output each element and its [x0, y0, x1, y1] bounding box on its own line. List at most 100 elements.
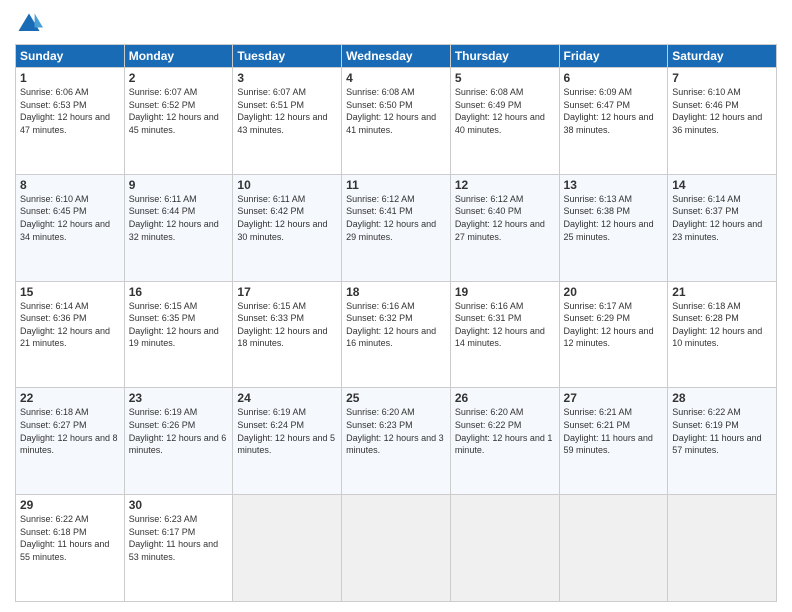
weekday-header-row: SundayMondayTuesdayWednesdayThursdayFrid…: [16, 45, 777, 68]
weekday-header-wednesday: Wednesday: [342, 45, 451, 68]
calendar-cell: 18Sunrise: 6:16 AMSunset: 6:32 PMDayligh…: [342, 281, 451, 388]
day-info: Sunrise: 6:18 AMSunset: 6:28 PMDaylight:…: [672, 300, 772, 350]
day-number: 29: [20, 498, 120, 512]
day-number: 30: [129, 498, 229, 512]
weekday-header-monday: Monday: [124, 45, 233, 68]
day-number: 15: [20, 285, 120, 299]
weekday-header-sunday: Sunday: [16, 45, 125, 68]
day-number: 10: [237, 178, 337, 192]
day-info: Sunrise: 6:13 AMSunset: 6:38 PMDaylight:…: [564, 193, 664, 243]
calendar-week-3: 15Sunrise: 6:14 AMSunset: 6:36 PMDayligh…: [16, 281, 777, 388]
day-number: 17: [237, 285, 337, 299]
day-info: Sunrise: 6:09 AMSunset: 6:47 PMDaylight:…: [564, 86, 664, 136]
day-number: 19: [455, 285, 555, 299]
day-info: Sunrise: 6:16 AMSunset: 6:31 PMDaylight:…: [455, 300, 555, 350]
calendar-table: SundayMondayTuesdayWednesdayThursdayFrid…: [15, 44, 777, 602]
page: SundayMondayTuesdayWednesdayThursdayFrid…: [0, 0, 792, 612]
calendar-cell: 4Sunrise: 6:08 AMSunset: 6:50 PMDaylight…: [342, 68, 451, 175]
weekday-header-saturday: Saturday: [668, 45, 777, 68]
day-info: Sunrise: 6:11 AMSunset: 6:44 PMDaylight:…: [129, 193, 229, 243]
day-info: Sunrise: 6:19 AMSunset: 6:24 PMDaylight:…: [237, 406, 337, 456]
weekday-header-friday: Friday: [559, 45, 668, 68]
day-number: 20: [564, 285, 664, 299]
calendar-cell: 6Sunrise: 6:09 AMSunset: 6:47 PMDaylight…: [559, 68, 668, 175]
calendar-cell: 10Sunrise: 6:11 AMSunset: 6:42 PMDayligh…: [233, 174, 342, 281]
calendar-cell: 2Sunrise: 6:07 AMSunset: 6:52 PMDaylight…: [124, 68, 233, 175]
calendar-cell: 25Sunrise: 6:20 AMSunset: 6:23 PMDayligh…: [342, 388, 451, 495]
day-info: Sunrise: 6:12 AMSunset: 6:41 PMDaylight:…: [346, 193, 446, 243]
day-info: Sunrise: 6:18 AMSunset: 6:27 PMDaylight:…: [20, 406, 120, 456]
day-number: 16: [129, 285, 229, 299]
day-info: Sunrise: 6:08 AMSunset: 6:50 PMDaylight:…: [346, 86, 446, 136]
header: [15, 10, 777, 38]
day-number: 7: [672, 71, 772, 85]
day-info: Sunrise: 6:10 AMSunset: 6:45 PMDaylight:…: [20, 193, 120, 243]
day-number: 1: [20, 71, 120, 85]
day-info: Sunrise: 6:22 AMSunset: 6:19 PMDaylight:…: [672, 406, 772, 456]
calendar-cell: 7Sunrise: 6:10 AMSunset: 6:46 PMDaylight…: [668, 68, 777, 175]
day-number: 6: [564, 71, 664, 85]
day-number: 13: [564, 178, 664, 192]
day-info: Sunrise: 6:14 AMSunset: 6:36 PMDaylight:…: [20, 300, 120, 350]
day-number: 22: [20, 391, 120, 405]
day-number: 26: [455, 391, 555, 405]
calendar-cell: 13Sunrise: 6:13 AMSunset: 6:38 PMDayligh…: [559, 174, 668, 281]
calendar-cell: 9Sunrise: 6:11 AMSunset: 6:44 PMDaylight…: [124, 174, 233, 281]
calendar-cell: 14Sunrise: 6:14 AMSunset: 6:37 PMDayligh…: [668, 174, 777, 281]
calendar-cell: [450, 495, 559, 602]
calendar-cell: 5Sunrise: 6:08 AMSunset: 6:49 PMDaylight…: [450, 68, 559, 175]
calendar-cell: 26Sunrise: 6:20 AMSunset: 6:22 PMDayligh…: [450, 388, 559, 495]
calendar-cell: 22Sunrise: 6:18 AMSunset: 6:27 PMDayligh…: [16, 388, 125, 495]
calendar-week-4: 22Sunrise: 6:18 AMSunset: 6:27 PMDayligh…: [16, 388, 777, 495]
day-info: Sunrise: 6:23 AMSunset: 6:17 PMDaylight:…: [129, 513, 229, 563]
day-number: 12: [455, 178, 555, 192]
calendar-week-2: 8Sunrise: 6:10 AMSunset: 6:45 PMDaylight…: [16, 174, 777, 281]
day-number: 3: [237, 71, 337, 85]
calendar-cell: 29Sunrise: 6:22 AMSunset: 6:18 PMDayligh…: [16, 495, 125, 602]
calendar-cell: 28Sunrise: 6:22 AMSunset: 6:19 PMDayligh…: [668, 388, 777, 495]
day-info: Sunrise: 6:22 AMSunset: 6:18 PMDaylight:…: [20, 513, 120, 563]
calendar-cell: [342, 495, 451, 602]
calendar-cell: 15Sunrise: 6:14 AMSunset: 6:36 PMDayligh…: [16, 281, 125, 388]
day-info: Sunrise: 6:15 AMSunset: 6:35 PMDaylight:…: [129, 300, 229, 350]
day-number: 8: [20, 178, 120, 192]
calendar-week-1: 1Sunrise: 6:06 AMSunset: 6:53 PMDaylight…: [16, 68, 777, 175]
day-number: 5: [455, 71, 555, 85]
calendar-cell: 27Sunrise: 6:21 AMSunset: 6:21 PMDayligh…: [559, 388, 668, 495]
day-info: Sunrise: 6:15 AMSunset: 6:33 PMDaylight:…: [237, 300, 337, 350]
day-number: 24: [237, 391, 337, 405]
day-info: Sunrise: 6:07 AMSunset: 6:52 PMDaylight:…: [129, 86, 229, 136]
day-number: 23: [129, 391, 229, 405]
day-info: Sunrise: 6:11 AMSunset: 6:42 PMDaylight:…: [237, 193, 337, 243]
logo: [15, 10, 47, 38]
day-info: Sunrise: 6:07 AMSunset: 6:51 PMDaylight:…: [237, 86, 337, 136]
day-info: Sunrise: 6:12 AMSunset: 6:40 PMDaylight:…: [455, 193, 555, 243]
calendar-cell: 1Sunrise: 6:06 AMSunset: 6:53 PMDaylight…: [16, 68, 125, 175]
day-number: 14: [672, 178, 772, 192]
day-info: Sunrise: 6:21 AMSunset: 6:21 PMDaylight:…: [564, 406, 664, 456]
day-info: Sunrise: 6:20 AMSunset: 6:23 PMDaylight:…: [346, 406, 446, 456]
day-number: 28: [672, 391, 772, 405]
day-number: 25: [346, 391, 446, 405]
day-info: Sunrise: 6:06 AMSunset: 6:53 PMDaylight:…: [20, 86, 120, 136]
day-number: 21: [672, 285, 772, 299]
calendar-cell: 3Sunrise: 6:07 AMSunset: 6:51 PMDaylight…: [233, 68, 342, 175]
calendar-cell: 21Sunrise: 6:18 AMSunset: 6:28 PMDayligh…: [668, 281, 777, 388]
day-info: Sunrise: 6:14 AMSunset: 6:37 PMDaylight:…: [672, 193, 772, 243]
day-info: Sunrise: 6:08 AMSunset: 6:49 PMDaylight:…: [455, 86, 555, 136]
calendar-cell: 20Sunrise: 6:17 AMSunset: 6:29 PMDayligh…: [559, 281, 668, 388]
calendar-cell: [233, 495, 342, 602]
calendar-cell: 16Sunrise: 6:15 AMSunset: 6:35 PMDayligh…: [124, 281, 233, 388]
calendar-cell: 17Sunrise: 6:15 AMSunset: 6:33 PMDayligh…: [233, 281, 342, 388]
calendar-cell: 30Sunrise: 6:23 AMSunset: 6:17 PMDayligh…: [124, 495, 233, 602]
day-info: Sunrise: 6:19 AMSunset: 6:26 PMDaylight:…: [129, 406, 229, 456]
day-info: Sunrise: 6:16 AMSunset: 6:32 PMDaylight:…: [346, 300, 446, 350]
day-number: 11: [346, 178, 446, 192]
day-number: 2: [129, 71, 229, 85]
day-number: 18: [346, 285, 446, 299]
calendar-cell: [559, 495, 668, 602]
day-number: 4: [346, 71, 446, 85]
calendar-cell: 23Sunrise: 6:19 AMSunset: 6:26 PMDayligh…: [124, 388, 233, 495]
calendar-cell: 24Sunrise: 6:19 AMSunset: 6:24 PMDayligh…: [233, 388, 342, 495]
calendar-cell: 12Sunrise: 6:12 AMSunset: 6:40 PMDayligh…: [450, 174, 559, 281]
